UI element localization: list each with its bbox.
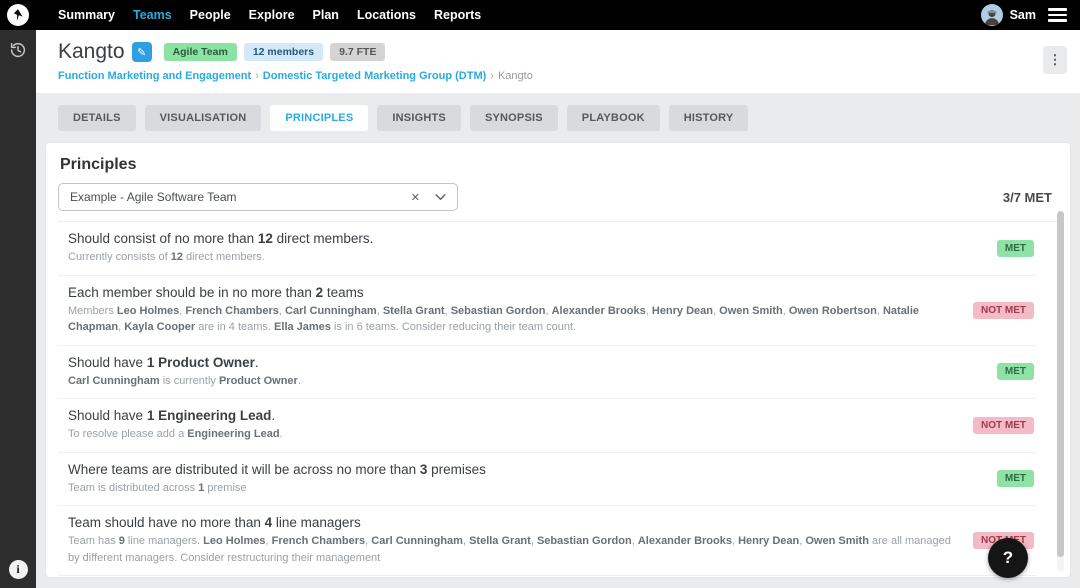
top-bar: Summary Teams People Explore Plan Locations Re…	[0, 0, 1080, 30]
nav-item-locations[interactable]: Locations	[348, 0, 425, 30]
principle-row: Should have 1 Engineering Lead. To resolv…	[58, 399, 1036, 453]
status-badge: MET	[996, 239, 1034, 257]
help-button[interactable]: ?	[988, 538, 1028, 578]
scrollbar-thumb[interactable]	[1057, 211, 1064, 557]
principle-row: Where teams are distributed it will be a…	[58, 453, 1036, 506]
principle-row: Each member should be in no more than 2 …	[58, 276, 1036, 346]
menu-icon[interactable]	[1048, 6, 1067, 24]
team-badges: Agile Team 12 members 9.7 FTE	[163, 43, 386, 61]
principle-title: Should consist of no more than 12 direct…	[68, 231, 374, 246]
page-title: Kangto	[58, 40, 125, 63]
breadcrumb: Function Marketing and Engagement › Domest…	[58, 70, 1066, 82]
status-badge: NOT MET	[973, 416, 1034, 434]
more-options-button[interactable]: ⋮	[1043, 46, 1067, 74]
username: Sam	[1009, 8, 1036, 22]
principle-content: Should have 1 Engineering Lead. To resolv…	[68, 408, 959, 443]
scrollbar[interactable]	[1057, 211, 1064, 571]
nav-item-explore[interactable]: Explore	[240, 0, 304, 30]
user-avatar[interactable]	[980, 4, 1003, 26]
nav-item-plan[interactable]: Plan	[304, 0, 348, 30]
nav-item-summary[interactable]: Summary	[49, 0, 124, 30]
breadcrumb-item[interactable]: Domestic Targeted Marketing Group (DTM)	[263, 70, 486, 82]
met-summary: 3/7 MET	[1002, 189, 1052, 205]
tab-playbook[interactable]: PLAYBOOK	[566, 105, 660, 131]
info-icon[interactable]: i	[8, 560, 28, 579]
principle-title: Team should have no more than 4 line man…	[68, 515, 361, 530]
nav-item-people[interactable]: People	[181, 0, 240, 30]
breadcrumb-separator: ›	[255, 70, 259, 82]
tab-insights[interactable]: INSIGHTS	[377, 105, 461, 131]
principle-row: Team should have no more than 4 line man…	[58, 506, 1036, 576]
nav-item-teams[interactable]: Teams	[124, 0, 181, 30]
logo-mark-icon	[13, 9, 23, 21]
principle-row: Should have 1 Product Owner. Carl Cunning…	[58, 346, 1036, 399]
breadcrumb-item: Kangto	[497, 70, 533, 82]
principle-content: Where teams are distributed it will be a…	[68, 462, 983, 497]
principle-content: Each member should be in no more than 2 …	[68, 285, 959, 336]
menu-bar	[1048, 19, 1067, 22]
chevron-down-icon[interactable]	[435, 193, 446, 201]
status-badge: NOT MET	[973, 301, 1034, 319]
principle-title: Should have 1 Product Owner.	[68, 354, 259, 370]
app-logo[interactable]	[7, 4, 29, 26]
team-badge: 12 members	[243, 43, 324, 61]
status-badge: MET	[996, 470, 1034, 488]
principles-list: Should consist of no more than 12 direct…	[58, 221, 1058, 577]
principle-description: Team is distributed across 1 premise	[68, 481, 247, 494]
breadcrumb-item[interactable]: Function Marketing and Engagement	[58, 70, 251, 82]
breadcrumb-separator: ›	[490, 70, 494, 82]
tab-synopsis[interactable]: SYNOPSIS	[469, 105, 558, 131]
principles-controls: Example - Agile Software Team ✕ 3/7 MET	[58, 183, 1058, 211]
principles-heading: Principles	[60, 156, 137, 173]
tab-bar: DETAILS VISUALISATION PRINCIPLES INSIGHTS SY…	[36, 93, 1080, 131]
principle-row: Should consist of no more than 12 direct…	[58, 222, 1036, 276]
principle-title: Where teams are distributed it will be a…	[68, 461, 486, 477]
kebab-icon: ⋮	[1048, 52, 1062, 67]
nav-item-reports[interactable]: Reports	[425, 0, 490, 30]
principle-description: Currently consists of 12 direct members.	[68, 251, 265, 263]
principle-content: Team should have no more than 4 line man…	[68, 515, 959, 566]
edit-team-button[interactable]: ✎	[131, 42, 152, 62]
select-value: Example - Agile Software Team	[70, 190, 237, 204]
top-nav: Summary Teams People Explore Plan Locations Re…	[49, 0, 490, 30]
principle-set-select[interactable]: Example - Agile Software Team ✕	[58, 183, 458, 211]
team-header: Kangto ✎ Agile Team 12 members 9.7 FTE Fun…	[36, 30, 1080, 93]
team-badge: 9.7 FTE	[330, 43, 386, 61]
question-icon: ?	[1002, 548, 1014, 567]
principle-description: Carl Cunningham is currently Product Own…	[68, 374, 301, 387]
tab-principles[interactable]: PRINCIPLES	[270, 105, 369, 131]
principle-description: Members Leo Holmes, French Chambers, Car…	[68, 304, 920, 334]
menu-bar	[1048, 8, 1067, 11]
status-badge: MET	[996, 363, 1034, 381]
principle-content: Should consist of no more than 12 direct…	[68, 231, 983, 266]
menu-bar	[1048, 13, 1067, 17]
principle-title: Each member should be in no more than 2 …	[68, 284, 364, 300]
left-sidebar: i	[0, 30, 36, 588]
clear-selection-icon[interactable]: ✕	[411, 191, 420, 204]
principle-row: Team should be cross-functional and incl…	[58, 576, 1036, 577]
principle-description: Team has 9 line managers. Leo Holmes, Fr…	[68, 535, 951, 564]
main-area: Kangto ✎ Agile Team 12 members 9.7 FTE Fun…	[36, 30, 1080, 588]
history-icon[interactable]	[9, 41, 27, 59]
principles-panel: Principles Example - Agile Software Team…	[46, 143, 1070, 577]
principle-title: Should have 1 Engineering Lead.	[68, 408, 276, 423]
tab-visualisation[interactable]: VISUALISATION	[144, 105, 262, 131]
principle-description: To resolve please add a Engineering Lead…	[68, 428, 283, 440]
pencil-icon: ✎	[136, 46, 147, 59]
principle-content: Should have 1 Product Owner. Carl Cunning…	[68, 355, 983, 390]
body: i Kangto ✎ Agile Team 12 members 9.7 FTE F…	[0, 30, 1080, 588]
logo-box	[0, 0, 36, 30]
team-title-row: Kangto ✎ Agile Team 12 members 9.7 FTE	[58, 40, 1066, 64]
avatar-photo	[984, 10, 999, 26]
team-badge: Agile Team	[163, 43, 237, 61]
tab-history[interactable]: HISTORY	[668, 105, 749, 131]
top-right: Sam	[980, 4, 1080, 26]
tab-details[interactable]: DETAILS	[58, 105, 136, 131]
